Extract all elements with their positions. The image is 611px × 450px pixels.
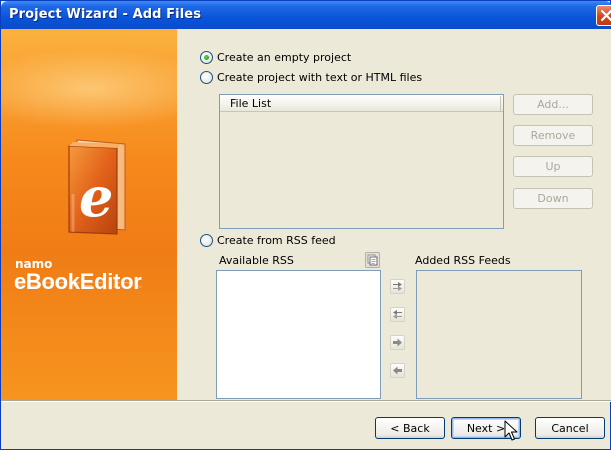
footer-separator [1,400,611,402]
added-rss-label: Added RSS Feeds [415,254,511,267]
cancel-button[interactable]: Cancel [535,417,605,439]
option-text-html-project-label: Create project with text or HTML files [217,71,423,84]
option-empty-project[interactable]: Create an empty project [200,51,351,64]
brand-reflection: eBookEditor [14,279,142,291]
option-rss-project[interactable]: Create from RSS feed [200,234,336,247]
remove-all-icon [393,310,402,319]
mouse-pointer-icon [504,420,518,441]
radio-empty-project[interactable] [200,51,213,64]
title-bar[interactable]: Project Wizard - Add Files [1,1,611,29]
available-rss-list[interactable] [216,270,381,399]
window-title: Project Wizard - Add Files [9,7,202,22]
option-text-html-project[interactable]: Create project with text or HTML files [200,71,422,84]
column-separator[interactable] [500,96,501,111]
add-all-rss-button[interactable] [390,279,405,294]
back-button[interactable]: < Back [375,417,445,439]
remove-one-rss-button[interactable] [390,363,405,378]
file-list-column-header: File List [230,97,272,110]
svg-text:e: e [79,165,113,229]
wizard-sidebar: e namo eBookEditor eBookEditor [1,29,177,400]
add-one-icon [393,338,402,347]
added-rss-list[interactable] [416,270,582,399]
available-rss-label: Available RSS [219,254,294,267]
move-down-button[interactable]: Down [513,188,593,209]
copy-feed-icon[interactable] [365,252,380,268]
ebook-logo-icon: e [68,139,126,235]
radio-rss-project[interactable] [200,234,213,247]
file-list[interactable]: File List [219,94,504,229]
remove-all-rss-button[interactable] [390,307,405,322]
option-empty-project-label: Create an empty project [217,51,352,64]
radio-text-html-project[interactable] [200,71,213,84]
option-rss-project-label: Create from RSS feed [217,234,336,247]
add-file-button[interactable]: Add... [513,94,593,115]
add-one-rss-button[interactable] [390,335,405,350]
file-list-header[interactable]: File List [220,95,503,112]
close-icon [601,10,611,21]
sidebar-glow [1,49,177,129]
add-all-icon [393,282,402,291]
remove-file-button[interactable]: Remove [513,125,593,146]
move-up-button[interactable]: Up [513,156,593,177]
close-button[interactable] [596,5,611,26]
remove-one-icon [393,366,402,375]
project-wizard-window: Project Wizard - Add Files e namo eBookE… [0,0,611,450]
